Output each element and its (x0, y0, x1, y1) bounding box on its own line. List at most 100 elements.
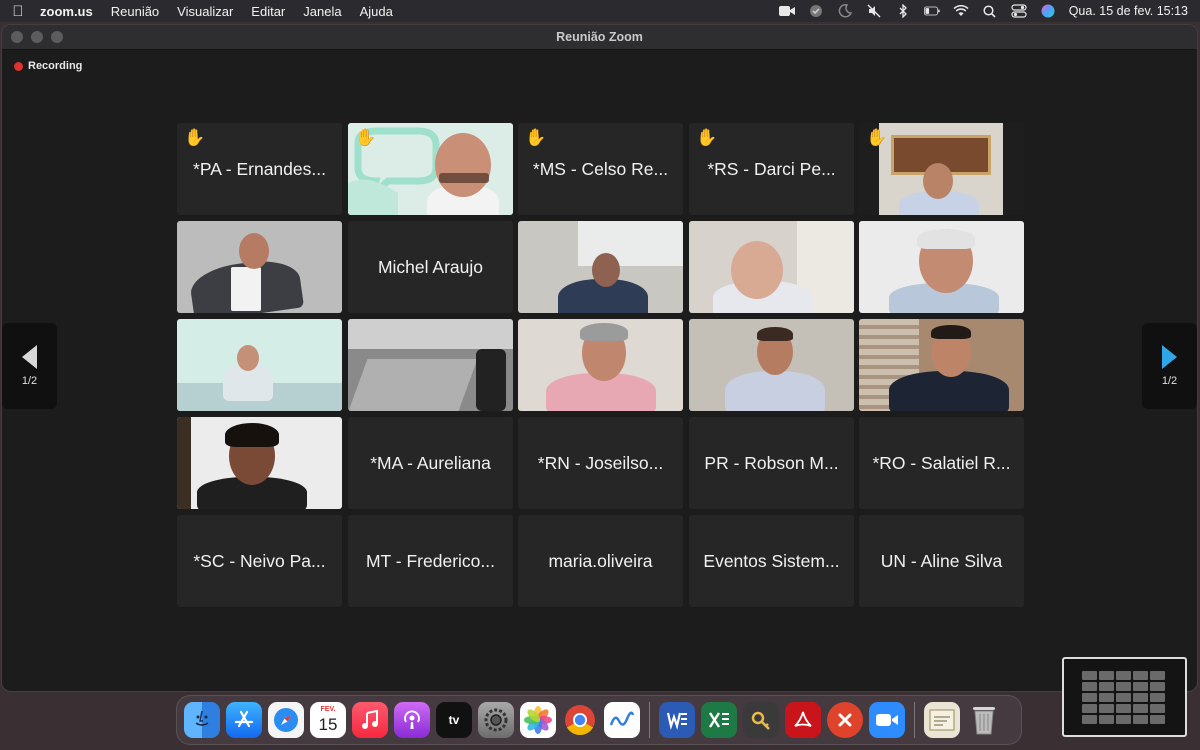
participant-video (859, 319, 1024, 411)
participant-tile[interactable] (859, 319, 1024, 411)
mute-icon[interactable] (866, 4, 882, 18)
zoom-window-button[interactable] (51, 31, 63, 43)
raised-hand-icon: ✋ (355, 128, 377, 147)
participant-tile[interactable]: maria.oliveira (518, 515, 683, 607)
wifi-icon[interactable] (953, 4, 969, 18)
dock-separator (914, 702, 915, 738)
participant-name: *RO - Salatiel R... (872, 452, 1011, 473)
participant-tile[interactable]: *MA - Aureliana (348, 417, 513, 509)
podcasts-icon[interactable] (394, 702, 430, 738)
battery-icon[interactable] (923, 4, 940, 18)
next-page-button[interactable]: 1/2 (1142, 323, 1197, 409)
participant-tile[interactable] (518, 319, 683, 411)
window-title: Reunião Zoom (556, 30, 643, 44)
participant-name: *MA - Aureliana (370, 452, 491, 473)
dock-separator (649, 702, 650, 738)
zoom-app-icon[interactable] (869, 702, 905, 738)
microsoft-excel-icon[interactable] (701, 702, 737, 738)
menu-app-zoom[interactable]: zoom.us (36, 4, 102, 19)
window-controls (2, 31, 63, 43)
system-settings-icon[interactable] (478, 702, 514, 738)
menu-ajuda[interactable]: Ajuda (351, 4, 402, 19)
menu-editar[interactable]: Editar (242, 4, 294, 19)
participant-tile[interactable] (689, 221, 854, 313)
previous-page-button[interactable]: 1/2 (2, 323, 57, 409)
participant-video (689, 221, 854, 313)
app-store-icon[interactable] (226, 702, 262, 738)
status-area: Qua. 15 de fev. 15:13 (778, 4, 1200, 18)
photos-icon[interactable] (520, 702, 556, 738)
participant-tile[interactable] (348, 319, 513, 411)
page-indicator-right: 1/2 (1161, 375, 1178, 387)
apple-menu-icon[interactable]:  (0, 3, 36, 20)
participant-tile[interactable]: PR - Robson M... (689, 417, 854, 509)
participant-tile[interactable]: *SC - Neivo Pa... (177, 515, 342, 607)
participant-tile[interactable]: MT - Frederico... (348, 515, 513, 607)
menu-visualizar[interactable]: Visualizar (168, 4, 242, 19)
participant-tile[interactable] (177, 319, 342, 411)
trash-icon[interactable] (966, 702, 1002, 738)
certificate-document-icon[interactable] (924, 702, 960, 738)
chrome-icon[interactable] (562, 702, 598, 738)
participant-tile[interactable]: ✋ (859, 123, 1024, 215)
bluetooth-icon[interactable] (895, 4, 911, 18)
participant-tile[interactable] (518, 221, 683, 313)
participant-tile[interactable] (177, 417, 342, 509)
freeform-icon[interactable] (604, 702, 640, 738)
apple-tv-label: tv (448, 713, 460, 727)
participant-video (177, 319, 342, 411)
participant-tile[interactable]: Eventos Sistem... (689, 515, 854, 607)
participant-tile-active-speaker[interactable]: ✋ (348, 123, 513, 215)
participant-tile[interactable] (859, 221, 1024, 313)
spotlight-search-icon[interactable] (982, 4, 998, 18)
minimize-window-button[interactable] (31, 31, 43, 43)
participant-name: *RS - Darci Pe... (707, 158, 836, 179)
participant-name: Michel Araujo (377, 256, 484, 277)
close-window-button[interactable] (11, 31, 23, 43)
participant-tile[interactable]: *RO - Salatiel R... (859, 417, 1024, 509)
participant-tile[interactable]: ✋ *PA - Ernandes... (177, 123, 342, 215)
recording-label: Recording (28, 60, 83, 72)
participant-tile[interactable]: ✋ *MS - Celso Re... (518, 123, 683, 215)
arrow-left-icon (22, 345, 37, 369)
participant-name: *RN - Joseilso... (537, 452, 664, 473)
zoom-meeting-window: Reunião Zoom Recording 1/2 1/2 ✋ *PA - E… (1, 24, 1198, 692)
participant-tile[interactable]: ✋ *RS - Darci Pe... (689, 123, 854, 215)
participant-name: MT - Frederico... (365, 550, 495, 571)
menu-janela[interactable]: Janela (294, 4, 350, 19)
participant-video (518, 221, 683, 313)
control-center-icon[interactable] (1011, 4, 1027, 18)
dock: FEV. 15 tv (176, 695, 1022, 745)
screenshot-preview-thumbnail[interactable] (1062, 657, 1187, 737)
window-titlebar[interactable]: Reunião Zoom (2, 25, 1197, 50)
participant-name: PR - Robson M... (704, 452, 839, 473)
participant-name: UN - Aline Silva (880, 550, 1003, 571)
finder-icon[interactable] (184, 702, 220, 738)
microsoft-word-icon[interactable] (659, 702, 695, 738)
remote-desktop-icon[interactable] (827, 702, 863, 738)
keychain-access-icon[interactable] (743, 702, 779, 738)
acrobat-reader-icon[interactable] (785, 702, 821, 738)
recording-indicator[interactable]: Recording (14, 60, 82, 72)
music-icon[interactable] (352, 702, 388, 738)
camera-status-icon[interactable] (778, 4, 795, 18)
safari-icon[interactable] (268, 702, 304, 738)
participant-tile[interactable] (177, 221, 342, 313)
participant-video (689, 319, 854, 411)
moon-icon[interactable] (837, 4, 853, 18)
participant-video (177, 417, 342, 509)
menubar-clock[interactable]: Qua. 15 de fev. 15:13 (1069, 4, 1188, 18)
participant-name: *SC - Neivo Pa... (193, 550, 326, 571)
participant-tile[interactable] (689, 319, 854, 411)
participant-tile[interactable]: Michel Araujo (348, 221, 513, 313)
siri-icon[interactable] (1040, 4, 1056, 18)
thumbnail-grid (1082, 671, 1168, 724)
calendar-icon[interactable]: FEV. 15 (310, 702, 346, 738)
participant-tile[interactable]: UN - Aline Silva (859, 515, 1024, 607)
menu-bar:  zoom.us Reunião Visualizar Editar Jane… (0, 0, 1200, 22)
menu-reuniao[interactable]: Reunião (102, 4, 168, 19)
arrow-right-icon (1162, 345, 1177, 369)
participant-tile[interactable]: *RN - Joseilso... (518, 417, 683, 509)
apple-tv-icon[interactable]: tv (436, 702, 472, 738)
check-circle-icon[interactable] (808, 4, 824, 18)
